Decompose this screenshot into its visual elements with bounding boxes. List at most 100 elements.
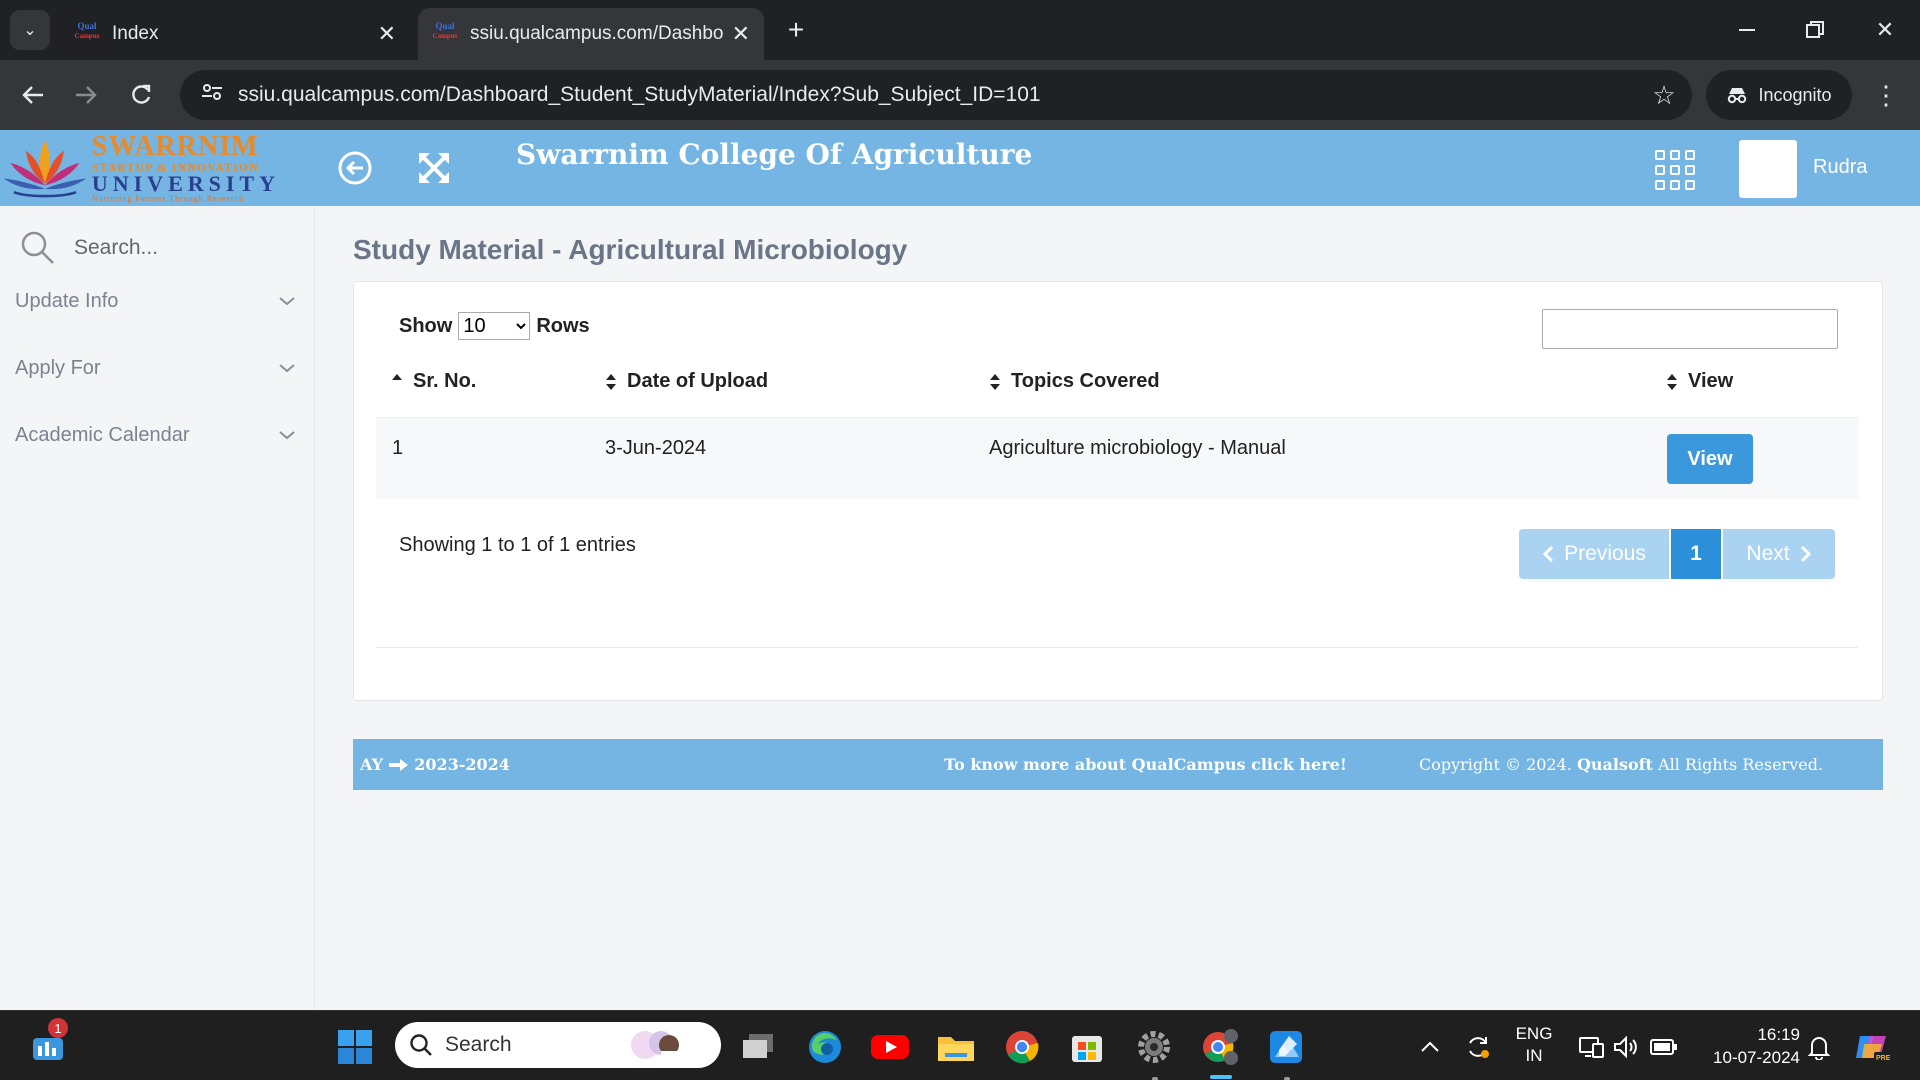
page-1-button[interactable]: 1 <box>1671 529 1721 579</box>
browser-menu-icon[interactable]: ⋮ <box>1868 75 1904 115</box>
search-icon <box>410 1034 432 1056</box>
paint-app-icon[interactable] <box>1264 1025 1308 1069</box>
windows-taskbar: 1 ENG IN <box>0 1010 1920 1080</box>
incognito-indicator[interactable]: Incognito <box>1706 70 1852 120</box>
taskbar-search[interactable] <box>395 1022 721 1068</box>
lotus-logo-icon <box>3 140 87 198</box>
college-title: Swarrnim College Of Agriculture <box>516 138 1033 171</box>
bookmark-star-icon[interactable]: ☆ <box>1636 80 1692 111</box>
rows-per-page-select[interactable]: 10 <box>458 312 531 340</box>
microsoft-store-icon[interactable] <box>1065 1025 1109 1069</box>
previous-page-button[interactable]: Previous <box>1519 529 1669 579</box>
show-hidden-icons-chevron-icon[interactable] <box>1408 1025 1452 1069</box>
search-highlight-image-icon <box>631 1031 679 1063</box>
browser-tab-index[interactable]: Qual Campus Index ✕ <box>60 8 410 60</box>
sidebar: Update Info Apply For Academic Calendar <box>0 206 315 1010</box>
column-header-view[interactable]: View <box>1666 370 1733 393</box>
sidebar-item-label: Academic Calendar <box>15 423 190 446</box>
tab-search-chevron-icon[interactable]: ⌄ <box>10 10 50 50</box>
copyright-text: Copyright © 2024. Qualsoft All Rights Re… <box>1419 755 1824 774</box>
sidebar-item-label: Apply For <box>15 356 101 379</box>
chevron-right-icon <box>1800 545 1811 563</box>
sidebar-search-input[interactable] <box>74 236 274 260</box>
address-bar[interactable]: ssiu.qualcampus.com/Dashboard_Student_St… <box>180 70 1692 120</box>
academic-year: AY 2023-2024 <box>360 755 510 774</box>
username-label[interactable]: Rudra <box>1813 156 1867 179</box>
chrome-icon[interactable] <box>1000 1025 1044 1069</box>
table-search-input[interactable] <box>1542 309 1838 349</box>
column-header-date[interactable]: Date of Upload <box>605 370 768 393</box>
browser-tab-dashboard[interactable]: Qual Campus ssiu.qualcampus.com/Dashboar … <box>418 8 764 60</box>
sidebar-item-apply-for[interactable]: Apply For <box>0 341 315 395</box>
sort-both-icon <box>1667 373 1677 390</box>
sidebar-search <box>18 226 298 270</box>
column-header-topics[interactable]: Topics Covered <box>989 370 1160 393</box>
minimize-icon[interactable] <box>1722 10 1772 50</box>
pagination: Previous 1 Next <box>1519 529 1835 579</box>
apps-grid-icon[interactable] <box>1655 150 1695 190</box>
sort-ascending-icon <box>392 373 402 380</box>
chevron-down-icon <box>279 431 295 440</box>
university-logo[interactable]: SWARRNIM STARTUP & INNOVATION UNIVERSITY… <box>0 130 280 206</box>
incognito-label: Incognito <box>1758 84 1832 105</box>
input-language-indicator[interactable]: ENG IN <box>1514 1023 1554 1067</box>
svg-text:PRE: PRE <box>1876 1055 1890 1062</box>
notification-badge: 1 <box>48 1018 68 1038</box>
page-footer: AY 2023-2024 To know more about QualCamp… <box>353 739 1883 790</box>
chevron-down-icon <box>279 297 295 306</box>
window-close-icon[interactable]: ✕ <box>1860 10 1910 50</box>
task-view-icon[interactable] <box>736 1025 780 1069</box>
start-windows-icon[interactable] <box>333 1025 377 1069</box>
restore-icon[interactable] <box>1790 10 1840 50</box>
fullscreen-expand-icon[interactable] <box>414 148 454 188</box>
column-header-sr-no[interactable]: Sr. No. <box>391 370 476 393</box>
sidebar-item-update-info[interactable]: Update Info <box>0 274 315 328</box>
qualcampus-info-link[interactable]: To know more about QualCampus click here… <box>944 755 1347 774</box>
view-material-button[interactable]: View <box>1667 434 1753 484</box>
page-title: Study Material - Agricultural Microbiolo… <box>353 234 908 265</box>
active-app-indicator <box>1210 1075 1232 1079</box>
tab-title: ssiu.qualcampus.com/Dashboar <box>470 23 724 44</box>
forward-arrow-icon[interactable] <box>66 75 106 115</box>
edge-browser-icon[interactable] <box>803 1025 847 1069</box>
browser-toolbar: ssiu.qualcampus.com/Dashboard_Student_St… <box>0 60 1920 130</box>
sidebar-item-label: Update Info <box>15 289 119 312</box>
taskbar-search-input[interactable] <box>445 1033 625 1057</box>
university-wordmark: SWARRNIM STARTUP & INNOVATION UNIVERSITY… <box>91 131 280 203</box>
arrow-right-icon <box>388 759 408 771</box>
cell-topics-covered: Agriculture microbiology - Manual <box>989 437 1286 459</box>
new-tab-plus-icon[interactable]: + <box>778 12 814 48</box>
chevron-left-icon <box>1543 545 1554 563</box>
qualcampus-favicon-icon: Qual Campus <box>74 21 100 40</box>
file-explorer-icon[interactable] <box>934 1025 978 1069</box>
sort-both-icon <box>606 373 616 390</box>
study-material-table-card: Show 10 Rows Sr. No. Date of Upload Topi… <box>353 281 1883 701</box>
youtube-icon[interactable] <box>868 1025 912 1069</box>
settings-gear-icon[interactable] <box>1132 1025 1176 1069</box>
site-info-icon[interactable] <box>186 83 238 107</box>
table-info: Showing 1 to 1 of 1 entries <box>399 534 636 556</box>
chevron-down-icon <box>279 364 295 373</box>
avatar[interactable] <box>1739 140 1797 198</box>
sidebar-item-academic-calendar[interactable]: Academic Calendar <box>0 408 315 462</box>
battery-icon[interactable] <box>1642 1025 1686 1069</box>
reload-icon[interactable] <box>121 75 161 115</box>
url-text[interactable]: ssiu.qualcampus.com/Dashboard_Student_St… <box>238 83 1636 107</box>
browser-tabstrip: ⌄ Qual Campus Index ✕ Qual Campus ssiu.qua… <box>0 0 1920 60</box>
next-page-button[interactable]: Next <box>1723 529 1835 579</box>
tab-close-icon[interactable]: ✕ <box>732 21 750 47</box>
qualcampus-favicon-icon: Qual Campus <box>432 21 458 40</box>
back-arrow-icon[interactable] <box>13 75 53 115</box>
sync-icon[interactable] <box>1456 1025 1500 1069</box>
chrome-incognito-icon[interactable] <box>1198 1025 1242 1069</box>
search-icon <box>21 231 54 264</box>
divider <box>376 647 1858 648</box>
notification-bell-icon[interactable] <box>1797 1025 1841 1069</box>
sort-both-icon <box>990 373 1000 390</box>
clock[interactable]: 16:19 10-07-2024 <box>1696 1023 1800 1069</box>
tab-close-icon[interactable]: ✕ <box>378 21 396 47</box>
back-circle-icon[interactable] <box>335 148 375 188</box>
show-label: Show <box>399 314 453 337</box>
rows-length-control: Show 10 Rows <box>399 312 590 340</box>
copilot-icon[interactable]: PRE <box>1850 1025 1894 1069</box>
